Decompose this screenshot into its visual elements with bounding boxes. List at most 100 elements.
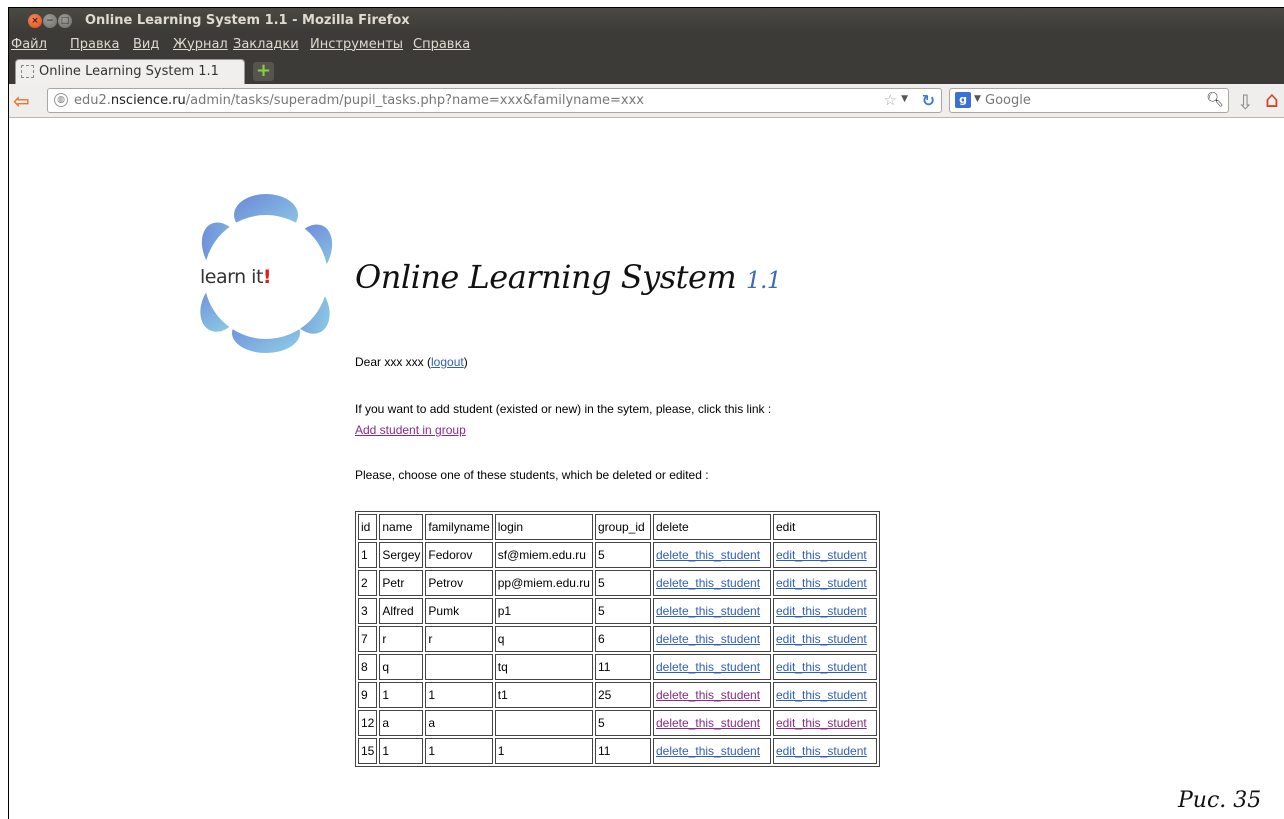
menu-edit[interactable]: Правка (70, 37, 119, 52)
close-window-icon[interactable]: × (28, 14, 42, 28)
table-row: 12 a a 5 delete_this_student edit_this_studen… (358, 710, 877, 736)
add-intro-text: If you want to add student (existed or n… (355, 402, 772, 416)
edit-student-link[interactable]: edit_this_student (776, 576, 867, 590)
cell-group-id: 11 (594, 654, 651, 680)
menu-help[interactable]: Справка (413, 37, 470, 52)
cell-delete: delete_this_student (652, 542, 771, 568)
minimize-window-icon[interactable]: − (43, 14, 57, 28)
delete-student-link[interactable]: delete_this_student (656, 604, 760, 618)
cell-familyname: a (425, 710, 493, 736)
window-title: Online Learning System 1.1 - Mozilla Fir… (85, 13, 410, 28)
url-text[interactable]: edu2.nscience.ru/admin/tasks/superadm/pu… (74, 93, 644, 108)
cell-login: p1 (494, 598, 593, 624)
menu-view[interactable]: Вид (133, 37, 159, 52)
menu-bookmarks[interactable]: Закладки (233, 37, 299, 52)
delete-student-link[interactable]: delete_this_student (656, 660, 760, 674)
cell-group-id: 5 (594, 598, 651, 624)
logo-text: learn it! (200, 266, 272, 288)
table-row: 1 Sergey Fedorov sf@miem.edu.ru 5 delete_this… (358, 542, 877, 568)
table-row: 9 1 1 t1 25 delete_this_student edit_this_stud… (358, 682, 877, 708)
cell-delete: delete_this_student (652, 570, 771, 596)
cell-delete: delete_this_student (652, 682, 771, 708)
cell-edit: edit_this_student (772, 626, 877, 652)
chevron-down-icon[interactable]: ▼ (901, 94, 908, 104)
edit-student-link[interactable]: edit_this_student (776, 716, 867, 730)
edit-student-link[interactable]: edit_this_student (776, 744, 867, 758)
students-table: id name familyname login group_id delete… (355, 511, 880, 767)
magnifier-icon[interactable]: 🔍︎ (1206, 92, 1224, 108)
tab-label: Online Learning System 1.1 (39, 64, 219, 79)
delete-student-link[interactable]: delete_this_student (656, 576, 760, 590)
delete-student-link[interactable]: delete_this_student (656, 744, 760, 758)
globe-icon[interactable]: ◍ (54, 93, 68, 107)
cell-id: 8 (358, 654, 378, 680)
menu-history[interactable]: Журнал (173, 37, 228, 52)
figure-caption: Рис. 35 (1178, 788, 1262, 813)
cell-name: Sergey (379, 542, 424, 568)
star-icon[interactable]: ☆ (884, 91, 897, 109)
cell-id: 9 (358, 682, 378, 708)
logout-link[interactable]: logout (431, 355, 464, 369)
table-header-row: id name familyname login group_id delete… (358, 514, 877, 540)
delete-student-link[interactable]: delete_this_student (656, 548, 760, 562)
column-header: login (494, 514, 593, 540)
search-input[interactable]: Google (985, 93, 1031, 108)
back-arrow-icon[interactable]: ⇦ (13, 90, 39, 112)
page-content: learn it! Online Learning System 1.1 Dea… (9, 119, 1284, 819)
choose-text: Please, choose one of these students, wh… (355, 468, 709, 482)
edit-student-link[interactable]: edit_this_student (776, 632, 867, 646)
cell-familyname (425, 654, 493, 680)
cell-group-id: 25 (594, 682, 651, 708)
cell-familyname: Petrov (425, 570, 493, 596)
cell-edit: edit_this_student (772, 738, 877, 764)
table-row: 8 q tq 11 delete_this_student edit_this_stude… (358, 654, 877, 680)
chevron-down-icon[interactable]: ▼ (974, 94, 981, 104)
cell-name: r (379, 626, 424, 652)
delete-student-link[interactable]: delete_this_student (656, 632, 760, 646)
delete-student-link[interactable]: delete_this_student (656, 716, 760, 730)
new-tab-button[interactable]: + (253, 62, 274, 81)
table-row: 2 Petr Petrov pp@miem.edu.ru 5 delete_this_st… (358, 570, 877, 596)
cell-delete: delete_this_student (652, 710, 771, 736)
menu-bar: Файл Правка Вид Журнал Закладки Инструме… (9, 34, 1284, 56)
cell-edit: edit_this_student (772, 682, 877, 708)
edit-student-link[interactable]: edit_this_student (776, 660, 867, 674)
maximize-window-icon[interactable]: □ (58, 14, 72, 28)
column-header: delete (652, 514, 771, 540)
menu-tools[interactable]: Инструменты (310, 37, 403, 52)
delete-student-link[interactable]: delete_this_student (656, 688, 760, 702)
download-arrow-icon[interactable]: ⇩ (1237, 90, 1254, 114)
edit-student-link[interactable]: edit_this_student (776, 688, 867, 702)
cell-edit: edit_this_student (772, 570, 877, 596)
cell-delete: delete_this_student (652, 598, 771, 624)
reload-icon[interactable]: ↻ (922, 91, 935, 110)
cell-id: 7 (358, 626, 378, 652)
search-bar[interactable]: g ▼ Google 🔍︎ (949, 88, 1229, 113)
add-link-line: Add student in group (355, 423, 466, 437)
page-title: Online Learning System 1.1 (355, 258, 782, 296)
cell-familyname: Pumk (425, 598, 493, 624)
cell-edit: edit_this_student (772, 654, 877, 680)
menu-file[interactable]: Файл (11, 37, 47, 52)
home-icon[interactable]: ⌂ (1265, 88, 1279, 113)
cell-login: q (494, 626, 593, 652)
tab-online-learning[interactable]: Online Learning System 1.1 (15, 59, 245, 84)
cell-group-id: 6 (594, 626, 651, 652)
navigation-toolbar: ⇦ ◍ edu2.nscience.ru/admin/tasks/superad… (9, 84, 1284, 118)
edit-student-link[interactable]: edit_this_student (776, 548, 867, 562)
add-student-link[interactable]: Add student in group (355, 423, 466, 437)
cell-familyname: r (425, 626, 493, 652)
table-row: 7 r r q 6 delete_this_student edit_this_studen… (358, 626, 877, 652)
cell-group-id: 11 (594, 738, 651, 764)
table-row: 15 1 1 1 11 delete_this_student edit_this_stud… (358, 738, 877, 764)
cell-id: 3 (358, 598, 378, 624)
greeting: Dear xxx xxx (logout) (355, 355, 468, 369)
cell-id: 12 (358, 710, 378, 736)
cell-login: t1 (494, 682, 593, 708)
cell-edit: edit_this_student (772, 710, 877, 736)
cell-familyname: Fedorov (425, 542, 493, 568)
url-bar[interactable]: ◍ edu2.nscience.ru/admin/tasks/superadm/… (47, 88, 942, 113)
column-header: name (379, 514, 424, 540)
google-icon[interactable]: g (955, 92, 971, 108)
edit-student-link[interactable]: edit_this_student (776, 604, 867, 618)
